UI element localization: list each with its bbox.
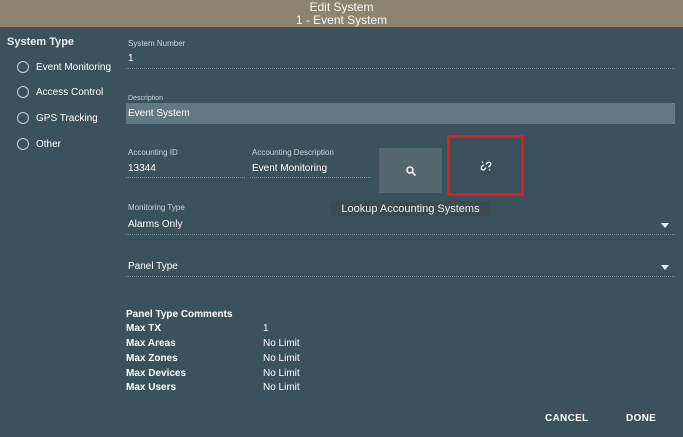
- system-type-title: System Type: [7, 36, 75, 48]
- radio-gps-tracking[interactable]: GPS Tracking: [17, 112, 98, 124]
- done-button[interactable]: DONE: [626, 413, 656, 424]
- comment-key: Max Devices: [126, 368, 187, 379]
- comment-value: No Limit: [263, 382, 300, 393]
- radio-label: Event Monitoring: [36, 61, 112, 73]
- radio-circle-icon[interactable]: [17, 112, 29, 124]
- system-number-underline: [126, 68, 675, 69]
- comment-key: Max Users: [126, 382, 177, 393]
- dialog-subtitle: 1 - Event System: [295, 13, 388, 27]
- accounting-id-underline: [126, 177, 245, 178]
- radio-circle-icon[interactable]: [17, 138, 29, 150]
- radio-access-control[interactable]: Access Control: [17, 86, 103, 98]
- radio-circle-icon[interactable]: [17, 86, 29, 98]
- accounting-description-underline: [250, 177, 371, 178]
- chevron-down-icon: [661, 223, 669, 228]
- system-number-label: System Number: [128, 39, 186, 48]
- radio-other[interactable]: Other: [17, 138, 61, 150]
- search-accounting-button[interactable]: [379, 148, 442, 193]
- comment-key: Max Areas: [126, 338, 176, 349]
- unlink-icon: [480, 160, 491, 171]
- accounting-id-label: Accounting ID: [128, 148, 178, 157]
- comment-value: 1: [263, 323, 269, 334]
- description-input[interactable]: Event System: [126, 103, 675, 124]
- panel-type-comments-title: Panel Type Comments: [126, 309, 233, 320]
- lookup-accounting-systems-button[interactable]: [447, 135, 524, 196]
- accounting-description-label: Accounting Description: [252, 148, 334, 157]
- radio-label: Other: [36, 138, 62, 150]
- comment-key: Max Zones: [126, 353, 178, 364]
- monitoring-type-value: Alarms Only: [128, 219, 183, 230]
- monitoring-type-select[interactable]: Alarms Only: [126, 216, 675, 236]
- radio-event-monitoring[interactable]: Event Monitoring: [17, 61, 111, 73]
- cancel-button[interactable]: CANCEL: [545, 413, 588, 424]
- monitoring-type-underline: [126, 234, 675, 235]
- panel-type-underline: [126, 276, 675, 277]
- panel-type-placeholder: Panel Type: [128, 261, 178, 272]
- chevron-down-icon: [661, 265, 669, 270]
- description-value: Event System: [128, 108, 190, 119]
- search-icon: [405, 165, 416, 176]
- comment-value: No Limit: [263, 338, 300, 349]
- system-type-sidebar: System Type Event Monitoring Access Cont…: [0, 27, 118, 437]
- description-label: Description: [128, 95, 164, 102]
- radio-circle-icon[interactable]: [17, 61, 29, 73]
- monitoring-type-label: Monitoring Type: [128, 203, 185, 212]
- radio-label: Access Control: [36, 86, 104, 98]
- dialog-titlebar: Edit System 1 - Event System: [0, 0, 683, 27]
- lookup-tooltip: Lookup Accounting Systems: [331, 201, 490, 216]
- accounting-description-input[interactable]: Event Monitoring: [252, 163, 327, 174]
- system-number-input[interactable]: 1: [128, 53, 134, 64]
- comment-key: Max TX: [126, 323, 162, 334]
- comment-value: No Limit: [263, 368, 300, 379]
- dialog-title: Edit System: [309, 0, 374, 14]
- comment-value: No Limit: [263, 353, 300, 364]
- accounting-id-input[interactable]: 13344: [128, 163, 156, 174]
- radio-label: GPS Tracking: [36, 112, 98, 124]
- panel-type-select[interactable]: Panel Type: [126, 258, 675, 278]
